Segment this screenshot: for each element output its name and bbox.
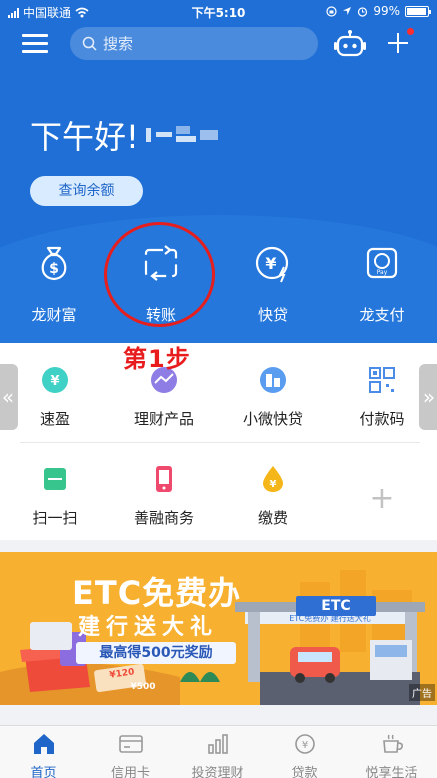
- bill-pay-icon: ¥: [263, 466, 283, 492]
- battery-percent: 99%: [373, 4, 400, 18]
- money-bag-icon: $: [41, 246, 67, 281]
- svg-text:¥: ¥: [265, 254, 276, 273]
- svg-text:$: $: [49, 261, 59, 277]
- tab-loan[interactable]: ¥ 贷款: [261, 732, 348, 778]
- row-divider: [20, 442, 420, 443]
- service-scan[interactable]: 扫一扫: [0, 464, 110, 528]
- masked-username: [146, 124, 220, 146]
- menu-button[interactable]: [22, 34, 48, 54]
- search-placeholder: 搜索: [103, 35, 134, 53]
- credit-card-icon: [118, 735, 143, 753]
- banner-award: 最高得500元奖励: [76, 642, 236, 664]
- loan-icon: ¥: [294, 734, 315, 754]
- lock-rotation-icon: [326, 5, 337, 17]
- service-wealth-products[interactable]: 理财产品: [109, 365, 219, 429]
- long-pay-icon: Pay: [366, 247, 398, 279]
- svg-text:¥: ¥: [270, 479, 277, 490]
- quick-action-wealth[interactable]: $ 龙财富: [9, 243, 99, 325]
- alarm-icon: [358, 6, 368, 17]
- svg-text:¥: ¥: [50, 374, 59, 389]
- ad-tag: 广告: [409, 684, 435, 701]
- tab-home[interactable]: 首页: [0, 732, 87, 778]
- svg-text:Pay: Pay: [377, 269, 388, 276]
- home-icon: [33, 734, 54, 754]
- battery-icon: [405, 5, 431, 17]
- service-label: 速盈: [39, 410, 70, 428]
- location-icon: [343, 7, 352, 15]
- greeting-text: 下午好!: [30, 118, 139, 156]
- bottom-tab-bar: 首页 信用卡 投资理财 ¥ 贷款 悦享生活: [0, 725, 437, 778]
- robot-assistant-icon[interactable]: [334, 30, 366, 58]
- payment-code-icon: [369, 367, 395, 393]
- investment-icon: [207, 734, 228, 754]
- service-label: 付款码: [359, 410, 405, 428]
- service-label: 理财产品: [133, 410, 194, 428]
- tab-lifestyle[interactable]: 悦享生活: [348, 732, 435, 778]
- tab-label: 悦享生活: [365, 766, 418, 778]
- service-micro-loan[interactable]: 小微快贷: [218, 365, 328, 429]
- micro-loan-icon: [260, 367, 286, 393]
- svg-text:¥: ¥: [301, 740, 307, 751]
- step-annotation: 第1步: [123, 345, 191, 373]
- status-bar: 中国联通 下午5:10 99%: [0, 0, 437, 24]
- tab-label: 首页: [30, 766, 57, 778]
- tab-credit-card[interactable]: 信用卡: [87, 732, 174, 778]
- gate-subtitle: ETC免费办 建行送大礼: [289, 614, 371, 623]
- service-shanrong[interactable]: 善融商务: [109, 464, 219, 528]
- check-balance-button[interactable]: 查询余额: [30, 176, 143, 206]
- etc-promo-banner[interactable]: ETC免费办 建行送大礼 最高得500元奖励 ETC ETC免费办 建行送大礼 …: [0, 552, 437, 705]
- tab-label: 贷款: [291, 766, 318, 778]
- shanrong-icon: [156, 466, 172, 492]
- banner-subtitle: 建行送大礼: [78, 615, 219, 640]
- scan-icon: [44, 468, 66, 490]
- quick-action-loan[interactable]: ¥ 快贷: [228, 243, 318, 325]
- quick-action-label: 龙财富: [31, 306, 77, 324]
- coupon-text: ¥500: [130, 682, 156, 692]
- service-label: 善融商务: [133, 509, 194, 527]
- notification-dot: [407, 28, 414, 35]
- transfer-highlight-circle: [104, 222, 215, 327]
- service-label: 扫一扫: [32, 509, 78, 527]
- hero-section: 中国联通 下午5:10 99% 搜索 下午好! 查询余额 $ 龙财富 转账 ¥ …: [0, 0, 437, 343]
- service-suying[interactable]: ¥ 速盈: [0, 365, 110, 429]
- suying-icon: ¥: [42, 367, 68, 393]
- services-panel: « » ¥ 速盈 理财产品 小微快贷 付款码 扫一扫 善融商务 ¥ 缴费 +: [0, 343, 437, 540]
- tab-label: 投资理财: [191, 766, 244, 778]
- tab-label: 信用卡: [110, 766, 150, 778]
- service-label: 小微快贷: [242, 410, 303, 428]
- quick-action-label: 快贷: [257, 306, 288, 324]
- service-payment-code[interactable]: 付款码: [327, 365, 437, 429]
- tab-investment[interactable]: 投资理财: [174, 732, 261, 778]
- add-button[interactable]: [386, 28, 414, 55]
- service-label: 缴费: [257, 509, 288, 527]
- quick-action-longpay[interactable]: Pay 龙支付: [337, 243, 427, 325]
- banner-title: ETC免费办: [72, 574, 242, 612]
- search-input[interactable]: 搜索: [70, 27, 318, 60]
- search-icon: [82, 36, 97, 51]
- quick-loan-icon: ¥: [255, 246, 289, 283]
- coffee-icon: [382, 734, 403, 753]
- quick-action-label: 龙支付: [359, 306, 405, 324]
- service-bill-pay[interactable]: ¥ 缴费: [218, 464, 328, 528]
- add-service-button[interactable]: +: [361, 478, 403, 520]
